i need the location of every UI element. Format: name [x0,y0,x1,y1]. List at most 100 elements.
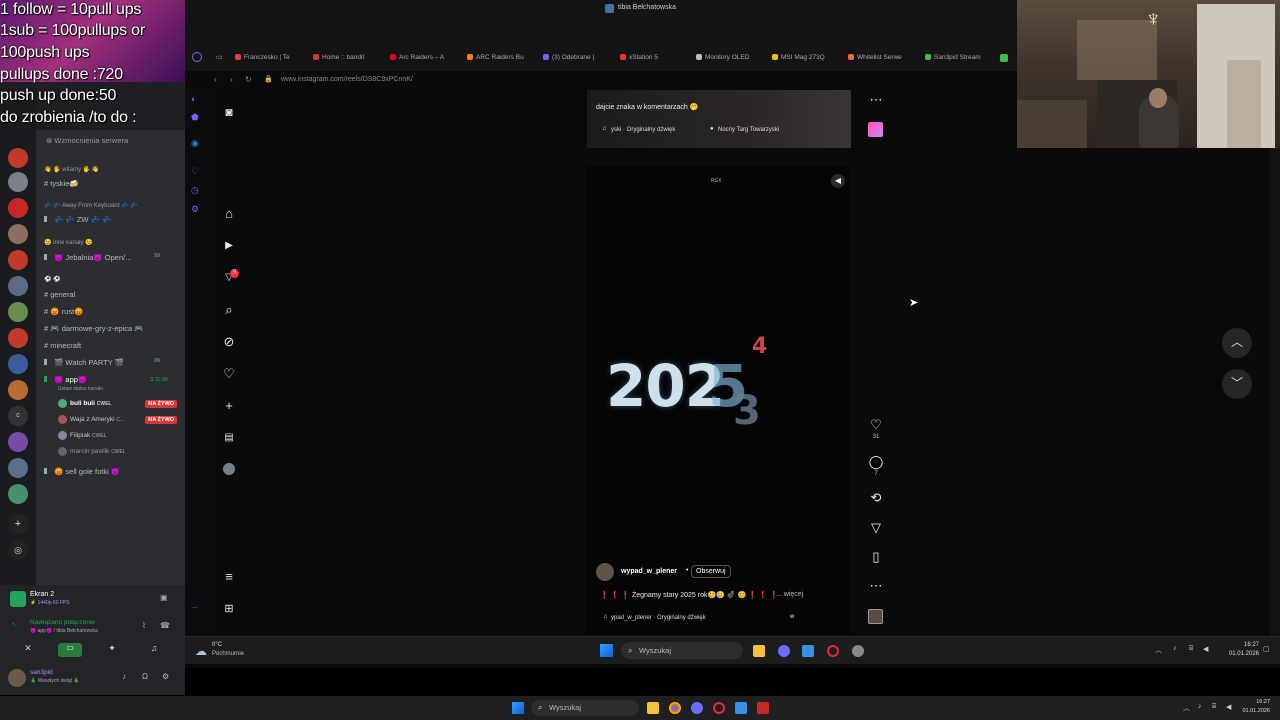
menu-icon[interactable]: ≡ [222,570,236,584]
follow-button[interactable]: Obserwuj [691,565,731,578]
tab-overview-icon[interactable]: ▭ [216,53,223,61]
add-server-icon[interactable]: + [8,514,28,534]
voice-channel-item[interactable]: 💤 💤 ZW 💤 💤 [44,215,111,224]
audio-thumb[interactable] [868,609,883,624]
voice-channel-item[interactable]: 🎬 Watch PARTY 🎬 [44,358,124,367]
history-icon[interactable]: ◷ [191,185,199,196]
server-icon[interactable] [8,302,28,322]
browser-tab[interactable]: Home :: bandit [313,54,364,61]
comment-icon[interactable]: ◯ [868,454,884,470]
save-icon[interactable]: ▯ [868,549,884,565]
clock-time[interactable]: 16:27 [1225,642,1259,648]
server-icon[interactable] [8,328,28,348]
channel-item[interactable]: # general [44,290,75,299]
more-options-icon[interactable]: ⋯ [868,578,884,594]
voice-user[interactable]: Waja z Ameryki C... [58,415,124,424]
volume-icon[interactable]: ◀ [831,174,845,188]
explore-icon[interactable]: ⊘ [222,335,236,349]
channel-item[interactable]: # 😡 rust😡 [44,307,84,316]
mic-icon[interactable]: ♪ [122,672,126,681]
author-avatar[interactable] [596,563,614,581]
forward-icon[interactable]: › [230,75,233,84]
clock-date[interactable]: 01.01.2026 [1225,651,1259,657]
server-icon[interactable] [8,250,28,270]
noise-suppression-icon[interactable]: ⌇ [142,621,146,630]
heart-icon[interactable]: ♡ [222,367,236,381]
channel-status[interactable]: Ustaw status kanału [58,386,103,392]
server-icon[interactable] [8,148,28,168]
reload-icon[interactable]: ↻ [245,75,252,84]
like-icon[interactable]: ♡ [868,417,884,433]
author-name[interactable]: wypad_w_plener [621,568,677,575]
channel-item[interactable]: # tyskie🍻 [44,179,79,188]
remix-icon[interactable]: ⟲ [868,490,884,506]
category-header[interactable]: 💤 💤 Away From Keyboard 💤 💤 [44,202,138,209]
taskbar-search[interactable]: ⌕ Wyszukaj [621,642,743,659]
channel-item[interactable]: # minecraft [44,341,81,350]
aria-icon[interactable]: ◐ [191,94,196,104]
search-icon[interactable]: ⌕ [222,303,236,317]
discord-icon[interactable] [778,645,790,657]
taskbar-search[interactable]: ⌕ Wyszukaj [531,700,639,716]
audio-thumb[interactable] [868,122,883,137]
browser-tab[interactable]: Arc Raiders – A [390,54,444,61]
disconnect-icon[interactable]: ☎ [160,621,170,630]
user-avatar[interactable] [8,669,26,687]
reels-icon[interactable]: ▶ [222,239,236,253]
more-icon[interactable]: ⊞ [222,602,236,616]
server-icon[interactable] [8,198,28,218]
opera-icon[interactable] [827,645,839,657]
browser-tab[interactable]: Monitory OLED [696,54,749,61]
browser-tab[interactable]: San3pid Stream [925,54,981,61]
reel-audio[interactable]: ypad_w_plener · Oryginalny dźwięk [611,615,706,621]
more-link[interactable]: ... więcej [776,591,803,598]
stream-settings-icon[interactable]: ▣ [160,593,168,602]
connection-channel[interactable]: 😈 app😈 / tibia Bełchatowska [30,628,98,634]
server-icon[interactable] [8,380,28,400]
start-icon[interactable] [512,702,524,714]
server-icon[interactable] [8,172,28,192]
previous-reel[interactable]: dajcie znaka w komentarzach 🤭 ♫ yski · O… [587,90,851,148]
steam-icon[interactable] [735,702,747,714]
app-icon[interactable] [757,702,769,714]
opera-logo-icon[interactable] [192,52,202,62]
share-icon[interactable]: ▽ [868,520,884,536]
volume-icon[interactable]: ◀ [1226,703,1231,711]
weather-temp[interactable]: 0°C [212,642,222,648]
more-options-icon[interactable]: ⋯ [868,92,884,108]
category-header[interactable]: ⚽ ⚽ [44,276,61,283]
browser-tab[interactable]: Whitelist Serwe [848,54,902,61]
browser-tab[interactable]: xStation 5 [620,54,658,61]
steam-icon[interactable] [802,645,814,657]
server-icon[interactable] [8,354,28,374]
instagram-logo-icon[interactable]: ◙ [222,105,236,119]
browser-tab[interactable]: ARC Raiders Bu [467,54,524,61]
opera-icon[interactable] [713,702,725,714]
clock-time[interactable]: 16:27 [1236,699,1270,705]
server-icon[interactable] [8,484,28,504]
server-icon[interactable] [8,432,28,452]
network-icon[interactable]: ⌸ [1189,645,1193,653]
weather-desc[interactable]: Pochmurnie [212,651,244,657]
create-icon[interactable]: + [222,399,236,413]
heart-icon[interactable]: ♡ [191,166,199,177]
sidebar-more-icon[interactable]: ⋯ [191,604,198,612]
voice-channel-item[interactable]: 😡 sell gole fotki 😈 [44,467,120,476]
voice-user[interactable]: marcin pawlik CWEL [58,447,126,456]
reel-location[interactable]: Nocny Targ Towarzyski [718,127,779,133]
settings-icon[interactable] [852,645,864,657]
reel-audio[interactable]: yski · Oryginalny dźwięk [611,127,675,133]
server-icon[interactable]: c [8,406,28,426]
discord-icon[interactable] [691,702,703,714]
clock-date[interactable]: 01.01.2026 [1236,708,1270,714]
server-boost-item[interactable]: ⊛ Wzmocnienia serwera [46,136,128,145]
activities-icon[interactable]: ✦ [100,643,124,657]
back-icon[interactable]: ‹ [214,75,217,84]
server-icon[interactable] [8,276,28,296]
camera-off-icon[interactable]: ✕ [16,643,40,657]
server-icon[interactable] [8,458,28,478]
tray-chevron-icon[interactable]: ︿ [1155,645,1162,655]
channel-item[interactable]: # 🎮 darmowe-gry-z-epica 🎮 [44,324,144,333]
voice-channel-item[interactable]: 😈 Jebalnia😈 Open/... [44,253,131,262]
dashboard-icon[interactable]: ▤ [222,431,236,445]
